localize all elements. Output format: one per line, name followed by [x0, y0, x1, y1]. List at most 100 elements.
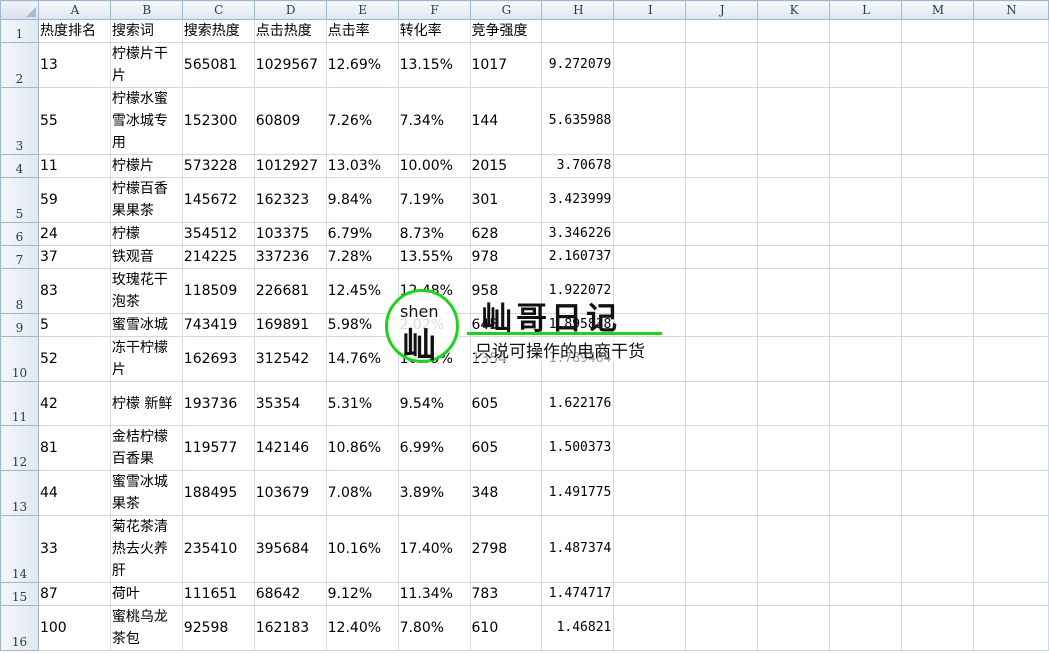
cell-e[interactable]: 7.26% — [326, 87, 399, 155]
column-header-i[interactable]: I — [613, 0, 687, 20]
cell-g[interactable]: 2015 — [470, 154, 543, 178]
cell-a[interactable]: 5 — [38, 313, 111, 337]
cell-empty[interactable] — [829, 470, 903, 516]
cell-h[interactable]: 9.272079 — [541, 42, 615, 88]
cell-a[interactable]: 83 — [38, 268, 111, 314]
cell-e[interactable]: 10.16% — [326, 515, 399, 583]
cell-empty[interactable] — [685, 42, 759, 88]
cell-empty[interactable] — [973, 19, 1049, 43]
row-header[interactable]: 11 — [0, 381, 39, 426]
cell-f[interactable]: 8.73% — [398, 222, 471, 246]
cell-a[interactable]: 59 — [38, 177, 111, 223]
cell-f[interactable]: 7.80% — [398, 605, 471, 651]
cell-a[interactable]: 42 — [38, 381, 111, 426]
cell-empty[interactable] — [685, 425, 759, 471]
cell-empty[interactable] — [757, 336, 831, 382]
cell-empty[interactable] — [901, 222, 974, 246]
cell-e[interactable]: 9.84% — [326, 177, 399, 223]
cell-c[interactable]: 193736 — [182, 381, 255, 426]
cell-f[interactable]: 13.55% — [398, 245, 471, 269]
cell-a[interactable]: 55 — [38, 87, 111, 155]
cell-g[interactable]: 610 — [470, 605, 543, 651]
cell-g[interactable]: 978 — [470, 245, 543, 269]
cell-empty[interactable] — [901, 154, 974, 178]
cell-empty[interactable] — [829, 336, 903, 382]
cell-h[interactable]: 1.46821 — [541, 605, 615, 651]
cell-g[interactable]: 783 — [470, 582, 543, 606]
cell-h[interactable]: 1.789484 — [541, 336, 615, 382]
row-header[interactable]: 2 — [0, 42, 39, 88]
cell-c[interactable]: 235410 — [182, 515, 255, 583]
row-header[interactable]: 16 — [0, 605, 39, 651]
cell-g[interactable]: 1017 — [470, 42, 543, 88]
cell-d[interactable]: 103375 — [254, 222, 327, 246]
cell-empty[interactable] — [757, 222, 831, 246]
cell-e1[interactable]: 点击率 — [326, 19, 399, 43]
cell-empty[interactable] — [613, 19, 687, 43]
cell-empty[interactable] — [901, 381, 974, 426]
cell-empty[interactable] — [613, 268, 687, 314]
cell-d[interactable]: 169891 — [254, 313, 327, 337]
cell-f[interactable]: 7.34% — [398, 87, 471, 155]
cell-a[interactable]: 24 — [38, 222, 111, 246]
cell-f[interactable]: 11.34% — [398, 582, 471, 606]
cell-c[interactable]: 354512 — [182, 222, 255, 246]
cell-h[interactable]: 1.895838 — [541, 313, 615, 337]
cell-c[interactable]: 92598 — [182, 605, 255, 651]
cell-b[interactable]: 柠檬 新鲜 — [110, 381, 183, 426]
cell-h[interactable]: 2.160737 — [541, 245, 615, 269]
cell-a[interactable]: 13 — [38, 42, 111, 88]
cell-empty[interactable] — [829, 87, 903, 155]
cell-empty[interactable] — [901, 313, 974, 337]
cell-d[interactable]: 60809 — [254, 87, 327, 155]
row-header[interactable]: 6 — [0, 222, 39, 246]
cell-c[interactable]: 152300 — [182, 87, 255, 155]
cell-b[interactable]: 玫瑰花干泡茶 — [110, 268, 183, 314]
cell-d[interactable]: 68642 — [254, 582, 327, 606]
column-header-m[interactable]: M — [901, 0, 974, 20]
cell-empty[interactable] — [973, 313, 1049, 337]
cell-empty[interactable] — [613, 154, 687, 178]
cell-empty[interactable] — [829, 515, 903, 583]
cell-empty[interactable] — [685, 582, 759, 606]
cell-f[interactable]: 10.09% — [398, 336, 471, 382]
cell-empty[interactable] — [757, 42, 831, 88]
cell-empty[interactable] — [973, 605, 1049, 651]
cell-empty[interactable] — [613, 605, 687, 651]
cell-empty[interactable] — [757, 582, 831, 606]
cell-e[interactable]: 10.86% — [326, 425, 399, 471]
cell-g[interactable]: 2798 — [470, 515, 543, 583]
cell-b[interactable]: 菊花茶清热去火养肝 — [110, 515, 183, 583]
cell-d[interactable]: 395684 — [254, 515, 327, 583]
row-header[interactable]: 5 — [0, 177, 39, 223]
cell-g[interactable]: 628 — [470, 222, 543, 246]
cell-empty[interactable] — [829, 313, 903, 337]
cell-empty[interactable] — [757, 605, 831, 651]
cell-g[interactable]: 144 — [470, 87, 543, 155]
cell-empty[interactable] — [901, 87, 974, 155]
cell-c[interactable]: 162693 — [182, 336, 255, 382]
cell-empty[interactable] — [829, 177, 903, 223]
cell-a[interactable]: 87 — [38, 582, 111, 606]
cell-c[interactable]: 743419 — [182, 313, 255, 337]
cell-d[interactable]: 312542 — [254, 336, 327, 382]
row-header[interactable]: 12 — [0, 425, 39, 471]
cell-empty[interactable] — [829, 154, 903, 178]
cell-a[interactable]: 11 — [38, 154, 111, 178]
cell-e[interactable]: 12.69% — [326, 42, 399, 88]
cell-empty[interactable] — [685, 336, 759, 382]
cell-h[interactable]: 3.70678 — [541, 154, 615, 178]
row-header[interactable]: 10 — [0, 336, 39, 382]
column-header-n[interactable]: N — [972, 0, 1049, 20]
cell-empty[interactable] — [613, 313, 687, 337]
cell-empty[interactable] — [613, 470, 687, 516]
cell-h[interactable]: 1.487374 — [541, 515, 615, 583]
cell-c[interactable]: 145672 — [182, 177, 255, 223]
cell-b[interactable]: 蜜桃乌龙茶包 — [110, 605, 183, 651]
cell-b[interactable]: 柠檬片干片 — [110, 42, 183, 88]
cell-b[interactable]: 蜜雪冰城 — [110, 313, 183, 337]
cell-c1[interactable]: 搜索热度 — [182, 19, 255, 43]
cell-empty[interactable] — [757, 425, 831, 471]
cell-h1[interactable] — [541, 19, 615, 43]
cell-empty[interactable] — [901, 515, 974, 583]
